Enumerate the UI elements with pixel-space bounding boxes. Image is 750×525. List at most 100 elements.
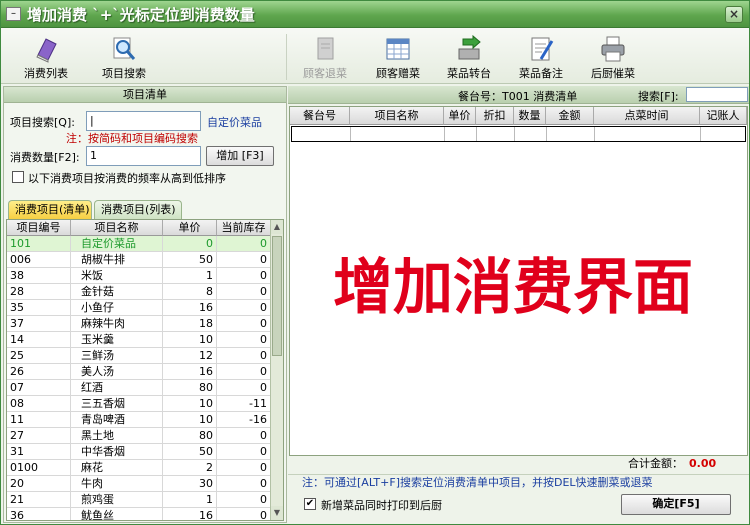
table-row[interactable]: 11 青岛啤酒 10 -16 bbox=[7, 412, 271, 428]
table-row[interactable]: 21 煎鸡蛋 1 0 bbox=[7, 492, 271, 508]
cell-code: 36 bbox=[7, 508, 71, 520]
item-grid-scrollbar[interactable]: ▲ ▼ bbox=[270, 220, 283, 520]
cell-price: 16 bbox=[163, 364, 217, 380]
cell-name: 三五香烟 bbox=[71, 396, 163, 412]
add-consumption-window: – 增加消费 `+`光标定位到消费数量 × 消费列表 项目搜索 顾客退菜 顾客赠… bbox=[0, 0, 750, 525]
table-row[interactable]: 28 金针菇 8 0 bbox=[7, 284, 271, 300]
total-value: 0.00 bbox=[689, 457, 717, 470]
table-row[interactable]: 07 红酒 80 0 bbox=[7, 380, 271, 396]
table-row[interactable]: 25 三鲜汤 12 0 bbox=[7, 348, 271, 364]
table-row[interactable]: 14 玉米羹 10 0 bbox=[7, 332, 271, 348]
dish-note-button[interactable]: 菜品备注 bbox=[510, 32, 572, 82]
toolbar-label: 后厨催菜 bbox=[591, 67, 635, 80]
cell-stock: -16 bbox=[217, 412, 271, 428]
gift-dish-button[interactable]: 顾客赠菜 bbox=[367, 32, 429, 82]
cell-code: 20 bbox=[7, 476, 71, 492]
tab-item-list[interactable]: 消费项目(清单) bbox=[8, 200, 92, 219]
tab-item-table[interactable]: 消费项目(列表) bbox=[94, 200, 182, 219]
column-header[interactable]: 点菜时间 bbox=[594, 107, 700, 125]
overlay-label: 增加消费界面 bbox=[333, 253, 693, 323]
cell-stock: 0 bbox=[217, 380, 271, 396]
column-header[interactable]: 记账人 bbox=[700, 107, 747, 125]
consumption-list-button[interactable]: 消费列表 bbox=[15, 32, 77, 82]
column-header[interactable]: 数量 bbox=[514, 107, 546, 125]
cell-price: 2 bbox=[163, 460, 217, 476]
system-menu-icon[interactable]: – bbox=[6, 7, 21, 21]
column-header[interactable]: 折扣 bbox=[476, 107, 514, 125]
sort-label: 以下消费项目按消费的频率从高到低排序 bbox=[28, 172, 226, 185]
cell-stock: 0 bbox=[217, 284, 271, 300]
column-header[interactable]: 金额 bbox=[546, 107, 594, 125]
table-row[interactable] bbox=[291, 126, 746, 142]
cell-stock: 0 bbox=[217, 508, 271, 520]
cell-name: 红酒 bbox=[71, 380, 163, 396]
toolbar-label: 顾客退菜 bbox=[303, 67, 347, 80]
return-dish-button[interactable]: 顾客退菜 bbox=[294, 32, 356, 82]
scroll-thumb[interactable] bbox=[272, 236, 282, 356]
total-bar: 合计金额： 0.00 bbox=[288, 456, 749, 472]
table-row[interactable]: 08 三五香烟 10 -11 bbox=[7, 396, 271, 412]
table-row[interactable]: 31 中华香烟 50 0 bbox=[7, 444, 271, 460]
column-header[interactable]: 单价 bbox=[444, 107, 476, 125]
book-icon bbox=[36, 38, 57, 63]
toolbar-separator bbox=[286, 34, 287, 80]
scroll-up-icon[interactable]: ▲ bbox=[271, 220, 283, 234]
close-button[interactable]: × bbox=[725, 6, 743, 23]
add-button[interactable]: 增加 [F3] bbox=[206, 146, 274, 166]
column-header[interactable]: 单价 bbox=[163, 220, 217, 236]
table-caption: 餐台号：T001 消费清单 bbox=[458, 90, 578, 103]
cell-stock: 0 bbox=[217, 348, 271, 364]
cell-price: 8 bbox=[163, 284, 217, 300]
table-row[interactable]: 37 麻辣牛肉 18 0 bbox=[7, 316, 271, 332]
cell-name: 中华香烟 bbox=[71, 444, 163, 460]
note-icon bbox=[531, 37, 554, 61]
table-row[interactable]: 0100 麻花 2 0 bbox=[7, 460, 271, 476]
cell-stock: 0 bbox=[217, 476, 271, 492]
cell-price: 16 bbox=[163, 300, 217, 316]
cell-price: 1 bbox=[163, 492, 217, 508]
cell-price: 30 bbox=[163, 476, 217, 492]
transfer-dish-button[interactable]: 菜品转台 bbox=[438, 32, 500, 82]
quantity-input[interactable]: 1 bbox=[86, 146, 201, 166]
cell-name: 煎鸡蛋 bbox=[71, 492, 163, 508]
table-row[interactable]: 35 小鱼仔 16 0 bbox=[7, 300, 271, 316]
column-header[interactable]: 当前库存 bbox=[217, 220, 271, 236]
print-to-kitchen-checkbox[interactable]: ✔ bbox=[304, 498, 316, 510]
cell-code: 27 bbox=[7, 428, 71, 444]
confirm-button[interactable]: 确定[F5] bbox=[621, 494, 731, 515]
urge-kitchen-button[interactable]: 后厨催菜 bbox=[582, 32, 644, 82]
panel-header: 项目清单 bbox=[4, 87, 286, 103]
cell-code: 31 bbox=[7, 444, 71, 460]
table-row[interactable]: 006 胡椒牛排 50 0 bbox=[7, 252, 271, 268]
item-grid: 项目编号 项目名称 单价 当前库存 101 自定价菜品 0 0 006 胡椒牛排 50 0 38… bbox=[6, 219, 284, 521]
table-row[interactable]: 101 自定价菜品 0 0 bbox=[7, 236, 271, 252]
column-header[interactable]: 餐台号 bbox=[290, 107, 350, 125]
cell-code: 21 bbox=[7, 492, 71, 508]
cell-price: 10 bbox=[163, 412, 217, 428]
table-row[interactable]: 36 鱿鱼丝 16 0 bbox=[7, 508, 271, 520]
item-search-button[interactable]: 项目搜索 bbox=[93, 32, 155, 82]
sort-by-frequency-checkbox[interactable] bbox=[12, 171, 24, 183]
scroll-down-icon[interactable]: ▼ bbox=[271, 506, 283, 520]
table-row[interactable]: 27 黑土地 80 0 bbox=[7, 428, 271, 444]
cell-price: 0 bbox=[163, 236, 217, 252]
column-header[interactable]: 项目编号 bbox=[7, 220, 71, 236]
table-row[interactable]: 26 美人汤 16 0 bbox=[7, 364, 271, 380]
print-to-kitchen-label: 新增菜品同时打印到后厨 bbox=[321, 499, 442, 512]
item-search-input[interactable]: | bbox=[86, 111, 201, 131]
column-header[interactable]: 项目名称 bbox=[350, 107, 444, 125]
consumption-search-input[interactable] bbox=[686, 87, 748, 102]
magnifier-icon bbox=[113, 37, 136, 60]
custom-price-link[interactable]: 自定价菜品 bbox=[207, 114, 262, 130]
consumption-panel: 餐台号：T001 消费清单 搜索[F]: 餐台号 项目名称 单价 折扣 数量 金… bbox=[288, 86, 749, 523]
toolbar-label: 消费列表 bbox=[24, 67, 68, 80]
toolbar: 消费列表 项目搜索 顾客退菜 顾客赠菜 菜品转台 菜品备注 后厨催菜 bbox=[1, 28, 749, 84]
table-row[interactable]: 20 牛肉 30 0 bbox=[7, 476, 271, 492]
column-header[interactable]: 项目名称 bbox=[71, 220, 163, 236]
cell-price: 18 bbox=[163, 316, 217, 332]
cell-stock: 0 bbox=[217, 460, 271, 476]
cell-price: 1 bbox=[163, 268, 217, 284]
cell-stock: 0 bbox=[217, 300, 271, 316]
table-row[interactable]: 38 米饭 1 0 bbox=[7, 268, 271, 284]
cell-stock: 0 bbox=[217, 444, 271, 460]
